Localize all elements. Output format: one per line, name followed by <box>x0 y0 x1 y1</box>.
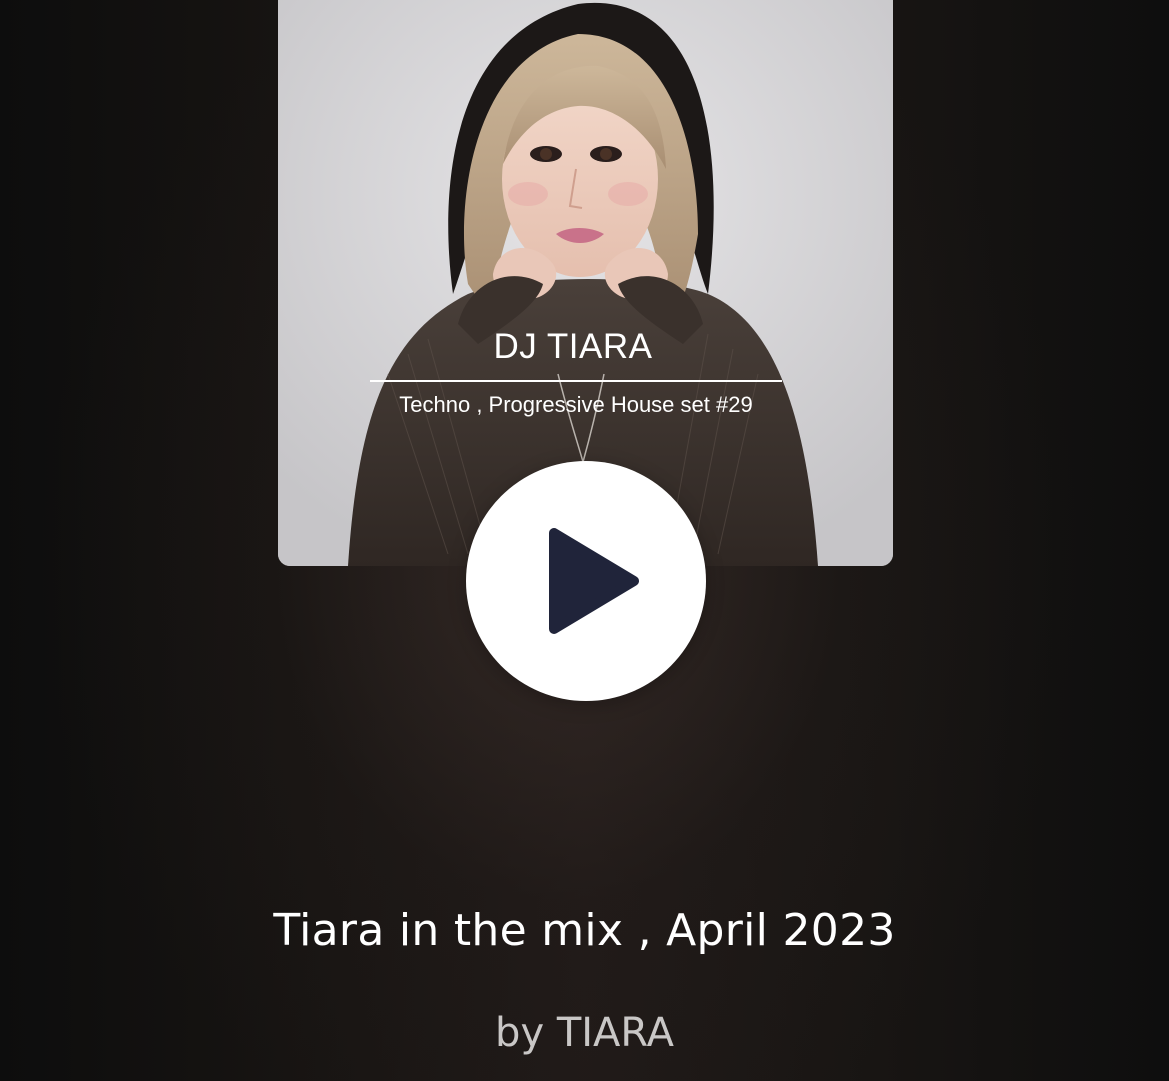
play-icon <box>549 528 639 634</box>
cover-title: DJ TIARA <box>493 327 653 366</box>
track-artist[interactable]: by TIARA <box>0 1010 1169 1056</box>
player-screen: DJ TIARA Techno , Progressive House set … <box>0 0 1169 1081</box>
track-title: Tiara in the mix , April 2023 <box>273 905 896 956</box>
cover-subtitle: Techno , Progressive House set #29 <box>399 392 753 417</box>
cover-divider <box>370 380 782 382</box>
play-button[interactable] <box>466 461 706 701</box>
